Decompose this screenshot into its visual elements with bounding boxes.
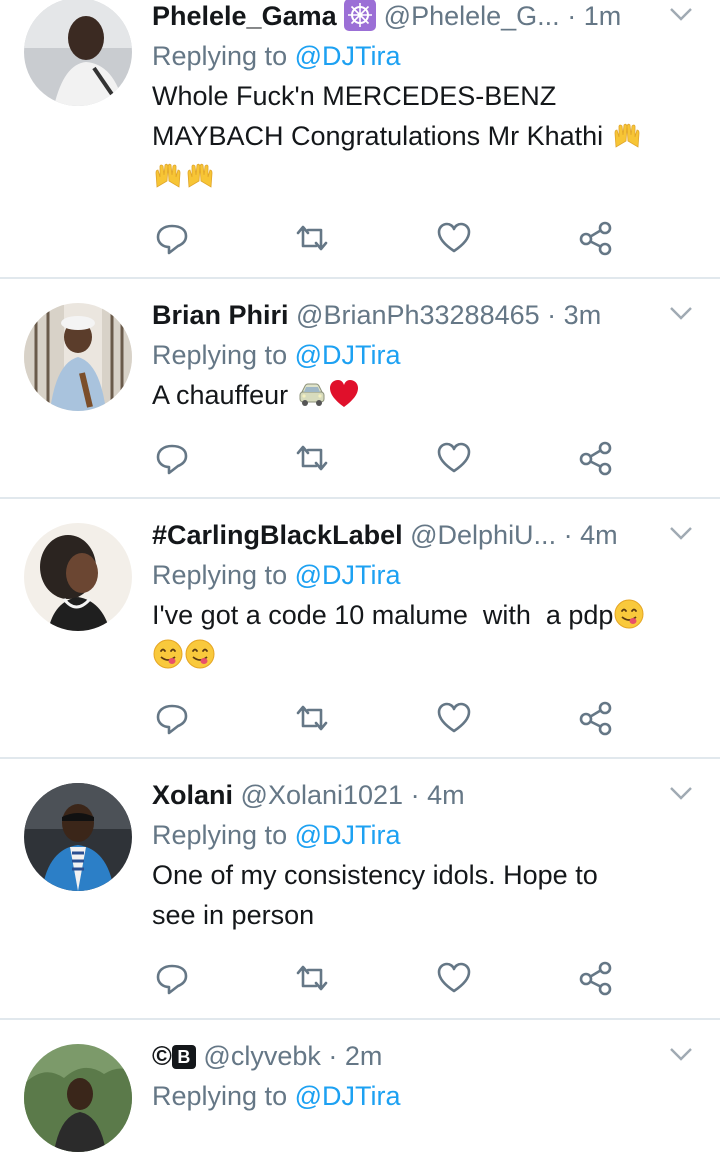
avatar[interactable]	[24, 1044, 132, 1152]
tweet-header: Brian Phiri @BrianPh33288465 · 3m	[152, 295, 700, 335]
like-icon[interactable]	[434, 698, 474, 738]
tweet-header: Xolani @Xolani1021 · 4m	[152, 775, 700, 815]
tweet-header: #CarlingBlackLabel @DelphiU... · 4m	[152, 515, 700, 555]
timestamp[interactable]: 4m	[580, 520, 618, 550]
mention-link[interactable]: @DJTira	[295, 41, 401, 71]
display-name[interactable]: Xolani	[152, 780, 233, 810]
tweet-actions	[152, 698, 632, 738]
yum-face-icon	[185, 639, 215, 669]
tweet-text: I've got a code 10 malume with a pdp	[152, 595, 700, 675]
retweet-icon[interactable]	[292, 438, 332, 478]
retweet-icon[interactable]	[292, 958, 332, 998]
raising-hands-icon	[614, 123, 640, 148]
reply-icon[interactable]	[152, 958, 192, 998]
red-heart-icon	[329, 380, 358, 407]
tweet-item[interactable]: © B @clyvebk · 2m Replying to @DJTira	[0, 1020, 720, 1152]
raising-hands-icon	[187, 163, 213, 188]
timestamp[interactable]: 3m	[564, 300, 602, 330]
mention-link[interactable]: @DJTira	[295, 340, 401, 370]
tweet-actions	[152, 218, 632, 258]
tweet-item[interactable]: Phelele_Gama @Phelele_G... · 1m Replying…	[0, 0, 720, 279]
user-handle[interactable]: @Xolani1021	[241, 780, 404, 810]
replying-to: Replying to @DJTira	[152, 1081, 401, 1111]
yum-face-icon	[614, 599, 644, 629]
chevron-down-icon[interactable]	[668, 303, 694, 323]
raising-hands-icon	[155, 163, 181, 188]
reply-icon[interactable]	[152, 698, 192, 738]
replying-to: Replying to @DJTira	[152, 820, 401, 850]
timestamp[interactable]: 2m	[345, 1041, 383, 1071]
tweet-feed: Phelele_Gama @Phelele_G... · 1m Replying…	[0, 0, 720, 1152]
tweet-actions	[152, 958, 632, 998]
display-name[interactable]: Phelele_Gama	[152, 1, 337, 31]
tweet-item[interactable]: #CarlingBlackLabel @DelphiU... · 4m Repl…	[0, 499, 720, 759]
yum-face-icon	[153, 639, 183, 669]
user-handle[interactable]: @Phelele_G...	[384, 1, 560, 31]
retweet-icon[interactable]	[292, 218, 332, 258]
user-handle[interactable]: @clyvebk	[203, 1041, 320, 1071]
replying-to: Replying to @DJTira	[152, 340, 401, 370]
tweet-item[interactable]: Xolani @Xolani1021 · 4m Replying to @DJT…	[0, 759, 720, 1020]
tweet-item[interactable]: Brian Phiri @BrianPh33288465 · 3m Replyi…	[0, 279, 720, 499]
retweet-icon[interactable]	[292, 698, 332, 738]
avatar[interactable]	[24, 303, 132, 411]
tweet-text: Whole Fuck'n MERCEDES-BENZ MAYBACH Congr…	[152, 76, 700, 196]
car-icon	[299, 383, 325, 406]
display-name[interactable]: ©	[152, 1041, 172, 1071]
tweet-text: A chauffeur	[152, 375, 700, 415]
share-icon[interactable]	[576, 698, 616, 738]
avatar[interactable]	[24, 523, 132, 631]
tweet-actions	[152, 438, 632, 478]
reply-icon[interactable]	[152, 438, 192, 478]
user-handle[interactable]: @DelphiU...	[410, 520, 556, 550]
timestamp[interactable]: 4m	[427, 780, 465, 810]
chevron-down-icon[interactable]	[668, 4, 694, 24]
tweet-header: Phelele_Gama @Phelele_G... · 1m	[152, 0, 700, 36]
user-handle[interactable]: @BrianPh33288465	[296, 300, 540, 330]
display-name[interactable]: Brian Phiri	[152, 300, 289, 330]
replying-to: Replying to @DJTira	[152, 41, 401, 71]
display-name[interactable]: #CarlingBlackLabel	[152, 520, 403, 550]
share-icon[interactable]	[576, 438, 616, 478]
like-icon[interactable]	[434, 438, 474, 478]
b-badge: B	[171, 1045, 196, 1069]
replying-to: Replying to @DJTira	[152, 560, 401, 590]
chevron-down-icon[interactable]	[668, 783, 694, 803]
like-icon[interactable]	[434, 958, 474, 998]
share-icon[interactable]	[576, 958, 616, 998]
reply-icon[interactable]	[152, 218, 192, 258]
mention-link[interactable]: @DJTira	[295, 560, 401, 590]
like-icon[interactable]	[434, 218, 474, 258]
chevron-down-icon[interactable]	[668, 1044, 694, 1064]
dharma-wheel-icon	[344, 0, 377, 31]
share-icon[interactable]	[576, 218, 616, 258]
mention-link[interactable]: @DJTira	[295, 1081, 401, 1111]
tweet-text: One of my consistency idols. Hope to see…	[152, 860, 598, 930]
avatar[interactable]	[24, 783, 132, 891]
timestamp[interactable]: 1m	[584, 1, 622, 31]
tweet-header: © B @clyvebk · 2m	[152, 1036, 700, 1076]
avatar[interactable]	[24, 0, 132, 106]
mention-link[interactable]: @DJTira	[295, 820, 401, 850]
chevron-down-icon[interactable]	[668, 523, 694, 543]
